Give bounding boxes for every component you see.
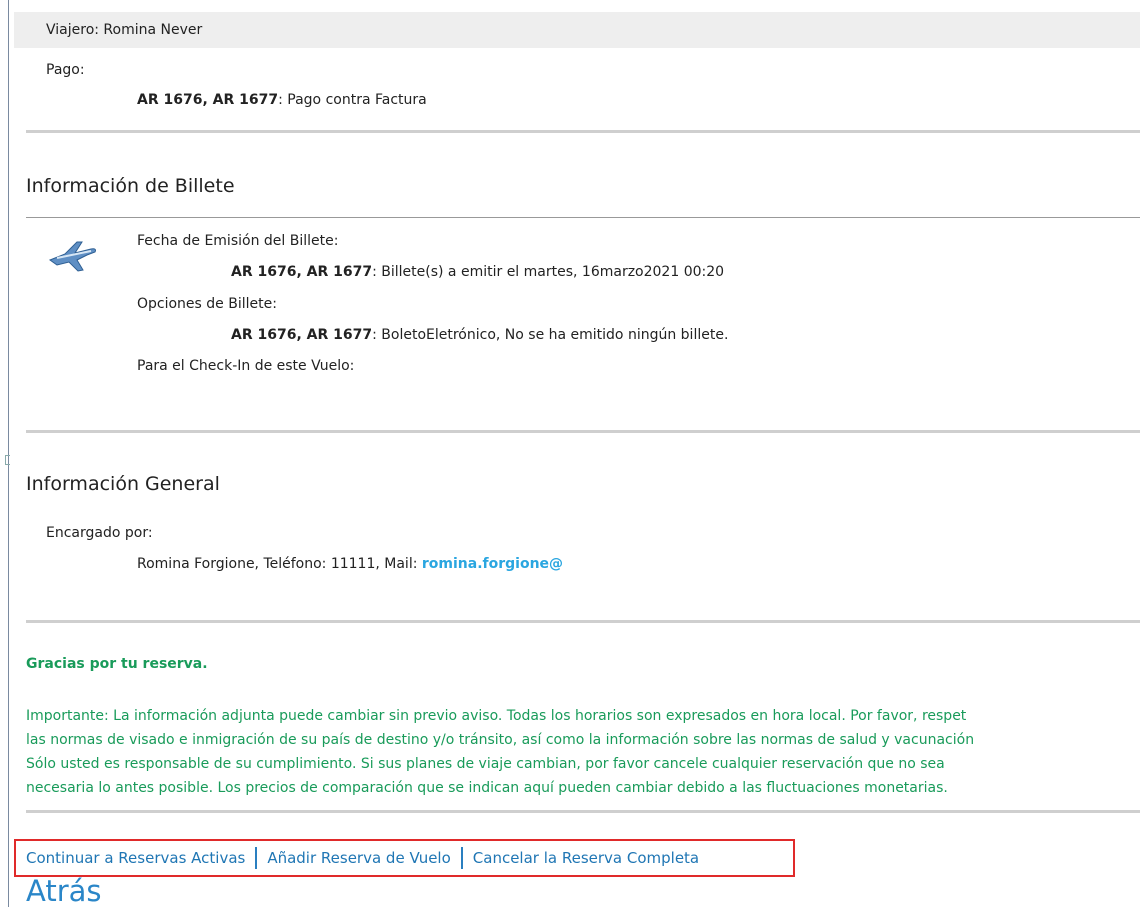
continue-reservations-link[interactable]: Continuar a Reservas Activas: [16, 849, 255, 867]
traveler-bar: Viajero: Romina Never: [14, 12, 1140, 48]
issue-date-text: : Billete(s) a emitir el martes, 16marzo…: [372, 264, 725, 280]
ticket-options-text: : BoletoEletrónico, No se ha emitido nin…: [372, 327, 729, 343]
payment-method: : Pago contra Factura: [278, 92, 427, 108]
general-info-title: Información General: [26, 473, 220, 495]
add-flight-reservation-link[interactable]: Añadir Reserva de Vuelo: [257, 849, 460, 867]
traveler-label: Viajero: Romina Never: [46, 22, 203, 38]
payment-label: Pago:: [46, 62, 85, 78]
left-border-marker: [5, 455, 10, 465]
notice-line: Sólo usted es responsable de su cumplimi…: [26, 756, 945, 772]
ticket-options-label: Opciones de Billete:: [137, 296, 277, 312]
booking-actions: Continuar a Reservas Activas Añadir Rese…: [14, 839, 795, 877]
issue-date-flights: AR 1676, AR 1677: [231, 264, 373, 280]
checkin-label: Para el Check-In de este Vuelo:: [137, 358, 355, 374]
issue-date-label: Fecha de Emisión del Billete:: [137, 233, 339, 249]
ticket-info-title: Información de Billete: [26, 175, 235, 197]
divider: [26, 810, 1140, 813]
notice-line: las normas de visado e inmigración de su…: [26, 732, 975, 748]
airplane-icon: [47, 238, 99, 274]
important-notice: Importante: La información adjunta puede…: [26, 704, 1138, 800]
booked-by-value: Romina Forgione, Teléfono: 11111, Mail: …: [137, 556, 563, 572]
ticket-info-underline: [26, 217, 1140, 218]
cancel-reservation-link[interactable]: Cancelar la Reserva Completa: [463, 849, 709, 867]
divider: [26, 620, 1140, 623]
back-link[interactable]: Atrás: [26, 876, 102, 906]
thanks-message: Gracias por tu reserva.: [26, 656, 208, 672]
payment-flights: AR 1676, AR 1677: [137, 92, 279, 108]
ticket-options-flights: AR 1676, AR 1677: [231, 327, 373, 343]
booked-by-text: Romina Forgione, Teléfono: 11111, Mail:: [137, 556, 422, 572]
issue-date-value: AR 1676, AR 1677: Billete(s) a emitir el…: [231, 264, 724, 280]
divider: [26, 130, 1140, 133]
booked-by-label: Encargado por:: [46, 525, 153, 541]
notice-line: Importante: La información adjunta puede…: [26, 708, 967, 724]
payment-value: AR 1676, AR 1677: Pago contra Factura: [137, 92, 427, 108]
divider: [26, 430, 1140, 433]
ticket-options-value: AR 1676, AR 1677: BoletoEletrónico, No s…: [231, 327, 728, 343]
notice-line: necesaria lo antes posible. Los precios …: [26, 780, 948, 796]
email-link[interactable]: romina.forgione@: [422, 556, 563, 572]
left-border: [8, 0, 9, 907]
